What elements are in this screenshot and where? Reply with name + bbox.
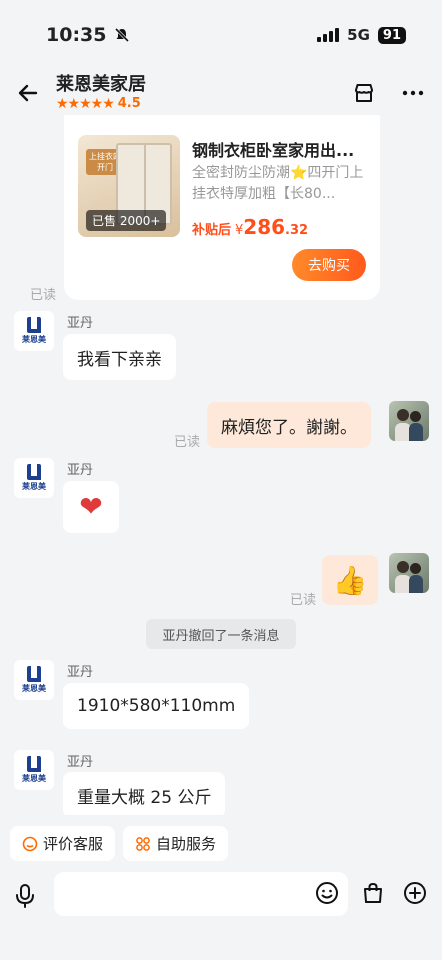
- read-receipt: 已读: [174, 435, 201, 450]
- rate-service-button[interactable]: 评价客服: [10, 826, 116, 861]
- my-message-bubble[interactable]: 麻煩您了。謝謝。: [207, 402, 371, 448]
- shop-info[interactable]: 莱恩美家居 ★★★★★ 4.5: [56, 74, 352, 112]
- sender-name: 亚丹: [67, 463, 94, 478]
- chat-area[interactable]: 上挂衣四开门 已售 2000+ 钢制衣柜卧室家用出... 全密封防尘防潮⭐四开门…: [0, 115, 442, 815]
- status-indicators: 5G 91: [317, 26, 406, 44]
- logo-icon: [27, 317, 41, 333]
- message-bubble[interactable]: 我看下亲亲: [63, 334, 176, 380]
- store-icon[interactable]: [352, 81, 376, 105]
- price-integer: 286: [243, 215, 286, 239]
- shop-rating: ★★★★★ 4.5: [56, 96, 352, 112]
- message-input[interactable]: [54, 872, 348, 916]
- logo-icon: [27, 464, 41, 480]
- sender-name: 亚丹: [67, 755, 94, 770]
- quick-actions: 评价客服 自助服务: [10, 826, 229, 861]
- self-service-label: 自助服务: [156, 835, 217, 853]
- shop-avatar[interactable]: 莱恩美: [14, 750, 54, 790]
- emoji-button[interactable]: [315, 881, 339, 909]
- shop-name: 莱恩美家居: [56, 73, 146, 95]
- status-bar: 10:35 5G 91: [0, 0, 442, 70]
- price-decimal: .32: [285, 223, 309, 238]
- system-message: 亚丹撤回了一条消息: [146, 619, 296, 649]
- sold-count: 已售 2000+: [86, 210, 167, 231]
- products-button[interactable]: [361, 881, 385, 909]
- smile-icon: [22, 836, 38, 851]
- signal-icon: [317, 28, 340, 42]
- battery-icon: 91: [377, 26, 406, 44]
- star-rating-icon: ★★★★★: [56, 95, 115, 112]
- shop-avatar[interactable]: 莱恩美: [14, 660, 54, 700]
- shop-avatar[interactable]: 莱恩美: [14, 458, 54, 498]
- heart-message-bubble[interactable]: ❤: [63, 481, 119, 533]
- thumbs-message-bubble[interactable]: 👍: [322, 555, 378, 605]
- read-receipt: 已读: [30, 288, 57, 303]
- message-bubble[interactable]: 1910*580*110mm: [63, 683, 250, 729]
- microphone-icon: [16, 884, 34, 908]
- product-card[interactable]: 上挂衣四开门 已售 2000+ 钢制衣柜卧室家用出... 全密封防尘防潮⭐四开门…: [64, 115, 380, 300]
- logo-icon: [27, 666, 41, 682]
- bell-muted-icon: [115, 27, 130, 43]
- read-receipt: 已读: [290, 593, 317, 608]
- product-description: 全密封防尘防潮⭐四开门上挂衣特厚加粗【长80...: [192, 165, 364, 202]
- self-service-button[interactable]: 自助服务: [123, 826, 229, 861]
- sender-name: 亚丹: [67, 665, 94, 680]
- logo-text: 莱恩美: [22, 684, 46, 693]
- subsidy-label: 补贴后: [192, 223, 232, 238]
- logo-icon: [27, 756, 41, 772]
- grid-icon: [136, 836, 150, 851]
- arrow-left-icon: [18, 84, 38, 101]
- header-actions: [352, 81, 442, 105]
- back-button[interactable]: [0, 70, 56, 115]
- user-avatar[interactable]: [389, 553, 429, 593]
- input-bar: [0, 866, 442, 926]
- shopping-bag-icon: [364, 882, 382, 903]
- status-time: 10:35: [46, 24, 130, 46]
- logo-text: 莱恩美: [22, 482, 46, 491]
- product-price: 补贴后 ¥ 286 .32: [192, 215, 308, 239]
- clock: 10:35: [46, 24, 107, 46]
- product-image[interactable]: 上挂衣四开门 已售 2000+: [78, 135, 180, 237]
- shop-avatar[interactable]: 莱恩美: [14, 311, 54, 351]
- more-options-button[interactable]: [403, 881, 427, 909]
- logo-text: 莱恩美: [22, 335, 46, 344]
- product-title: 钢制衣柜卧室家用出...: [192, 141, 355, 160]
- emoji-icon: [316, 882, 338, 904]
- rate-service-label: 评价客服: [43, 835, 104, 853]
- user-avatar[interactable]: [389, 401, 429, 441]
- sender-name: 亚丹: [67, 316, 94, 331]
- message-bubble[interactable]: 重量大概 25 公斤: [63, 772, 226, 815]
- logo-text: 莱恩美: [22, 774, 46, 783]
- thumbs-up-icon: 👍: [332, 563, 368, 597]
- network-type: 5G: [347, 26, 370, 44]
- more-icon[interactable]: [402, 82, 424, 104]
- currency-symbol: ¥: [235, 223, 244, 238]
- heart-icon: ❤: [79, 490, 103, 523]
- rating-value: 4.5: [117, 96, 141, 111]
- buy-button[interactable]: 去购买: [292, 249, 366, 281]
- voice-button[interactable]: [0, 883, 50, 909]
- chat-header: 莱恩美家居 ★★★★★ 4.5: [0, 70, 442, 115]
- plus-circle-icon: [404, 882, 426, 904]
